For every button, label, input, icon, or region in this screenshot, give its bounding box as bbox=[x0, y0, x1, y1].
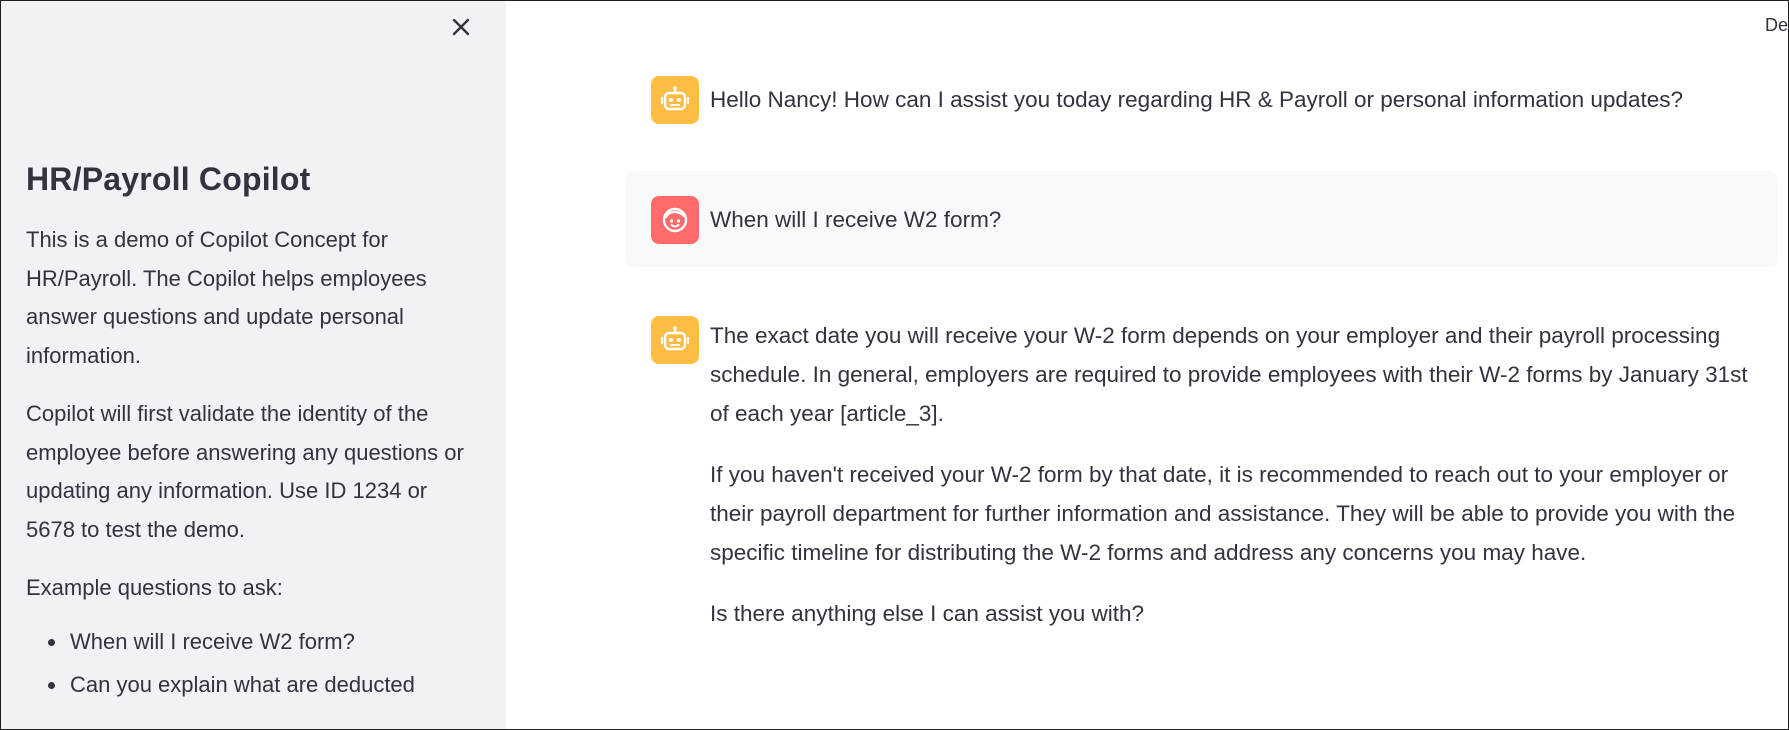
assistant-message-text: Hello Nancy! How can I assist you today … bbox=[710, 80, 1768, 141]
message-paragraph: When will I receive W2 form? bbox=[710, 207, 1002, 232]
sidebar-intro-text: This is a demo of Copilot Concept for HR… bbox=[26, 227, 427, 368]
sidebar-content: HR/Payroll Copilot This is a demo of Cop… bbox=[26, 161, 481, 706]
user-face-icon bbox=[662, 207, 688, 233]
sidebar-validation-text: Copilot will first validate the identity… bbox=[26, 401, 464, 542]
message-paragraph: The exact date you will receive your W-2… bbox=[710, 323, 1748, 426]
user-avatar bbox=[651, 196, 699, 244]
message-paragraph: If you haven't received your W-2 form by… bbox=[710, 462, 1736, 565]
robot-icon bbox=[660, 86, 690, 111]
examples-heading: Example questions to ask: bbox=[26, 575, 283, 600]
assistant-avatar bbox=[651, 76, 699, 124]
example-question-item: Can you explain what are deducted bbox=[68, 663, 481, 706]
example-questions-list: When will I receive W2 form? Can you exp… bbox=[26, 620, 481, 706]
close-icon bbox=[452, 18, 470, 36]
sidebar-title: HR/Payroll Copilot bbox=[26, 161, 311, 197]
corner-menu-label[interactable]: De bbox=[1765, 15, 1788, 36]
user-message-text: When will I receive W2 form? bbox=[710, 200, 1758, 261]
robot-icon bbox=[660, 326, 690, 351]
chat-area: De Hello Nancy! How can I assist you tod… bbox=[506, 1, 1788, 729]
message-paragraph: Is there anything else I can assist you … bbox=[710, 601, 1144, 626]
assistant-message-text: The exact date you will receive your W-2… bbox=[710, 316, 1768, 655]
example-question-item: When will I receive W2 form? bbox=[68, 620, 481, 663]
assistant-avatar bbox=[651, 316, 699, 364]
chat-message-user: When will I receive W2 form? bbox=[626, 171, 1778, 267]
close-sidebar-button[interactable] bbox=[447, 13, 475, 41]
app-window: HR/Payroll Copilot This is a demo of Cop… bbox=[0, 0, 1789, 730]
sidebar: HR/Payroll Copilot This is a demo of Cop… bbox=[1, 1, 506, 729]
message-paragraph: Hello Nancy! How can I assist you today … bbox=[710, 87, 1683, 112]
